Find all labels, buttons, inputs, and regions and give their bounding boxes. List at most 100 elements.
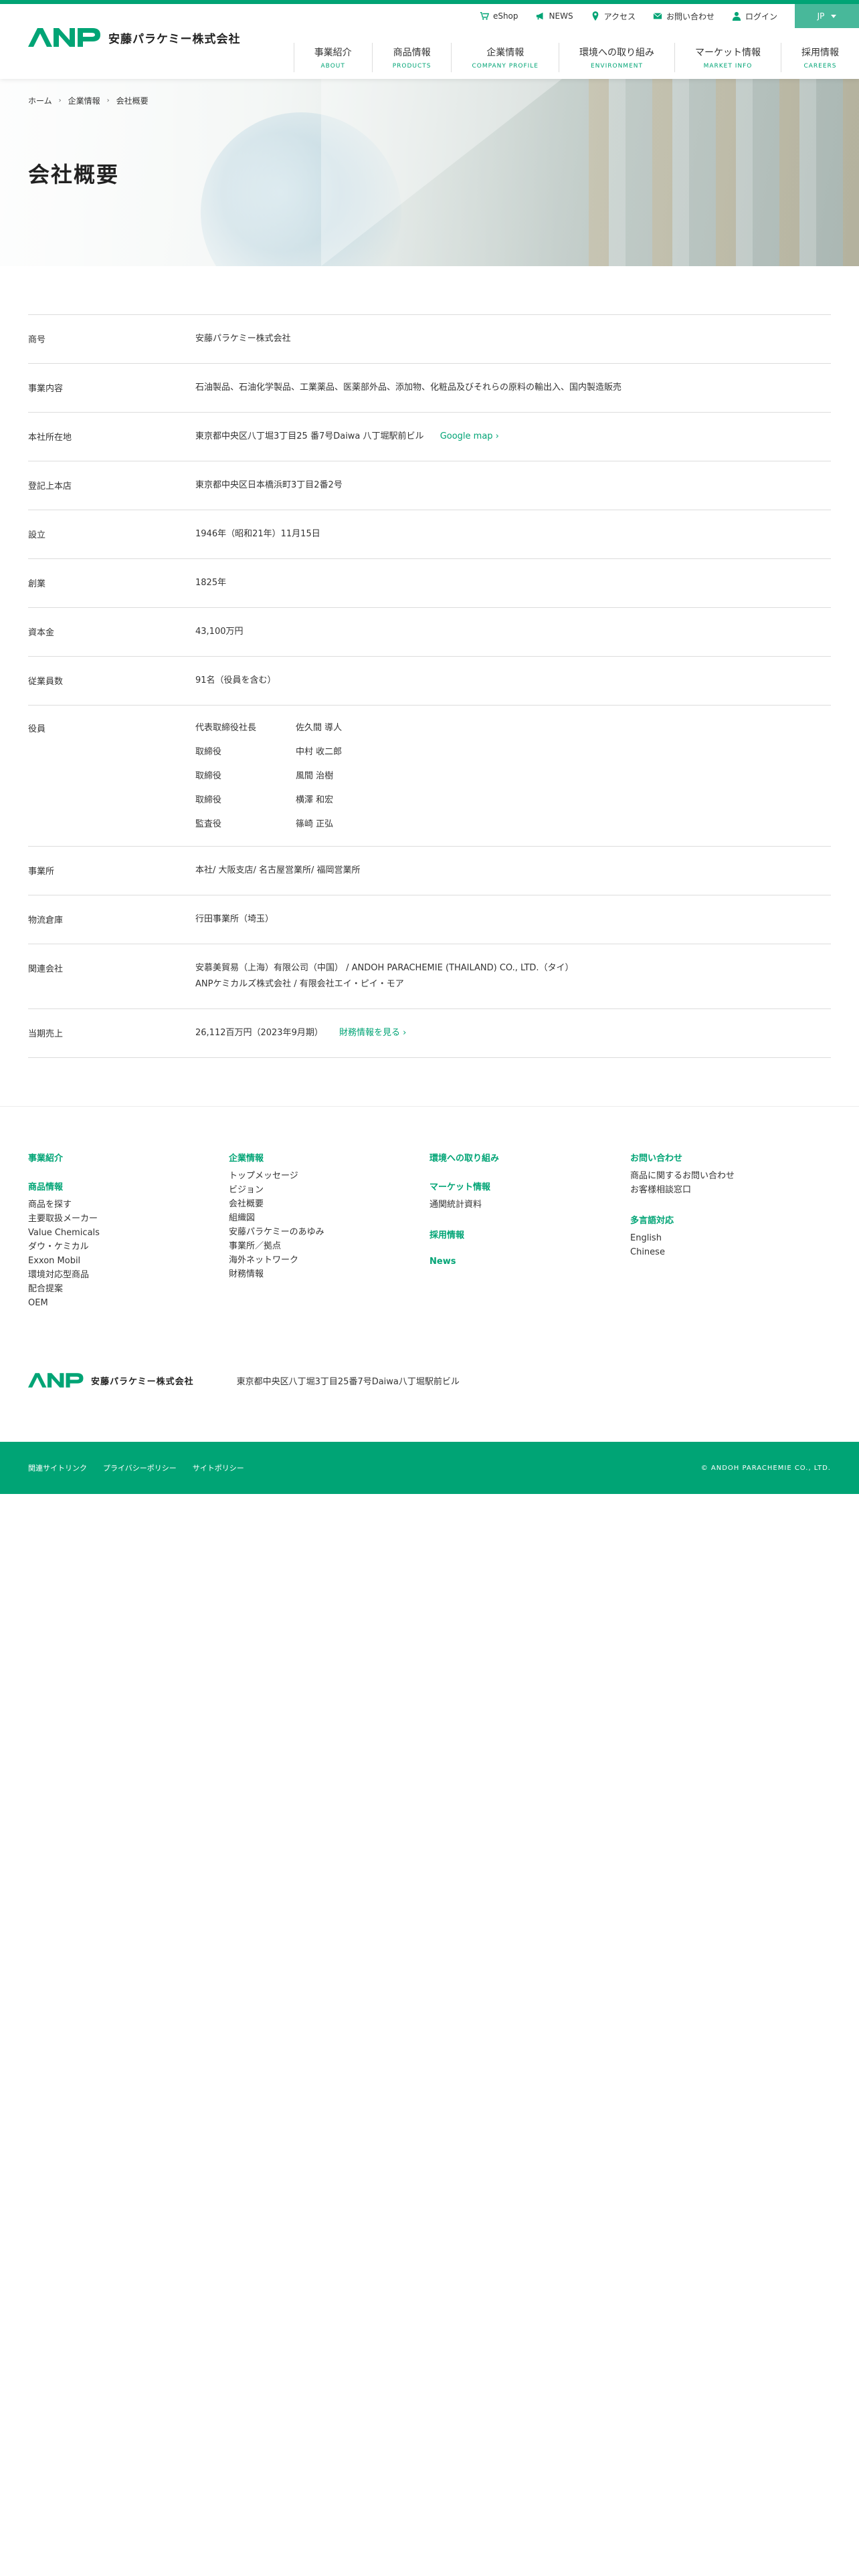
footer-link[interactable]: 主要取扱メーカー [28, 1212, 229, 1226]
footer-link[interactable]: 会社概要 [229, 1197, 430, 1211]
footer-head-environment[interactable]: 環境への取り組み [430, 1151, 630, 1164]
table-row: 設立 1946年（昭和21年）11月15日 [28, 510, 831, 559]
table-row: 資本金 43,100万円 [28, 608, 831, 657]
footer-link[interactable]: ビジョン [229, 1183, 430, 1197]
access-link[interactable]: アクセス [591, 11, 636, 22]
table-row: 創業 1825年 [28, 559, 831, 608]
footer-col-contact: お問い合わせ 商品に関するお問い合わせ お客様相談窓口 多言語対応 Englis… [630, 1151, 831, 1310]
related-sites-link[interactable]: 関連サイトリンク [28, 1463, 87, 1473]
breadcrumb-company[interactable]: 企業情報 [68, 95, 100, 106]
nav-label: 環境への取り組み [579, 47, 654, 58]
row-value: 安慕美貿易（上海）有限公司（中国） / ANDOH PARACHEMIE (TH… [195, 960, 831, 992]
footer-head-products[interactable]: 商品情報 [28, 1180, 229, 1192]
chevron-right-icon: › [58, 97, 62, 104]
row-label: 当期売上 [28, 1029, 64, 1039]
eshop-link[interactable]: eShop [480, 11, 518, 21]
row-value: 1946年（昭和21年）11月15日 [195, 529, 320, 539]
footer-sitemap: 事業紹介 商品情報 商品を探す 主要取扱メーカー Value Chemicals… [0, 1106, 859, 1442]
officer-title: 代表取締役社長 [195, 723, 257, 733]
contact-label: お問い合わせ [666, 11, 714, 21]
nav-careers[interactable]: 採用情報 CAREERS [781, 43, 859, 72]
copyright: © ANDOH PARACHEMIE CO., LTD. [700, 1464, 831, 1472]
footer-head-about[interactable]: 事業紹介 [28, 1151, 229, 1164]
news-link[interactable]: NEWS [536, 11, 573, 21]
global-nav: 事業紹介 ABOUT 商品情報 PRODUCTS 企業情報 COMPANY PR… [293, 43, 859, 72]
footer-logo[interactable]: 安藤パラケミー株式会社 [28, 1372, 194, 1389]
footer-link[interactable]: 海外ネットワーク [229, 1253, 430, 1267]
footer-head-contact[interactable]: お問い合わせ [630, 1151, 831, 1164]
news-label: NEWS [549, 11, 573, 21]
breadcrumb-current: 会社概要 [116, 96, 149, 106]
table-row: 事業内容 石油製品、石油化学製品、工業薬品、医薬部外品、添加物、化粧品及びそれら… [28, 364, 831, 413]
footer-link[interactable]: トップメッセージ [229, 1169, 430, 1183]
officer-entry: 取締役 中村 收二郎 [195, 740, 831, 764]
nav-company-profile[interactable]: 企業情報 COMPANY PROFILE [451, 43, 559, 72]
nav-market-info[interactable]: マーケット情報 MARKET INFO [674, 43, 781, 72]
footer-head-market[interactable]: マーケット情報 [430, 1180, 630, 1192]
table-row: 関連会社 安慕美貿易（上海）有限公司（中国） / ANDOH PARACHEMI… [28, 944, 831, 1009]
table-row: 登記上本店 東京都中央区日本橋浜町3丁目2番2号 [28, 461, 831, 510]
footer-link[interactable]: 環境対応型商品 [28, 1268, 229, 1282]
footer-head-news[interactable]: News [430, 1257, 630, 1267]
footer-link[interactable]: お客様相談窓口 [630, 1183, 831, 1197]
footer-company-name: 安藤パラケミー株式会社 [91, 1376, 194, 1387]
row-label: 物流倉庫 [28, 916, 64, 926]
footer-link[interactable]: Value Chemicals [28, 1226, 229, 1240]
footer-link[interactable]: ダウ・ケミカル [28, 1240, 229, 1254]
footer-link[interactable]: Chinese [630, 1245, 831, 1259]
footer-head-company[interactable]: 企業情報 [229, 1151, 430, 1164]
row-value: 本社/ 大阪支店/ 名古屋営業所/ 福岡営業所 [195, 865, 361, 875]
table-row: 役員 代表取締役社長 佐久間 導人 取締役 中村 收二郎 取締役 風間 治樹 取… [28, 706, 831, 847]
row-value: 43,100万円 [195, 627, 244, 637]
language-selected: JP [817, 11, 825, 21]
footer-link[interactable]: 商品に関するお問い合わせ [630, 1169, 831, 1183]
footer-link[interactable]: 配合提案 [28, 1282, 229, 1296]
company-name: 安藤パラケミー株式会社 [108, 32, 241, 46]
page-title: 会社概要 [28, 162, 120, 187]
google-map-link[interactable]: Google map [440, 431, 499, 441]
officer-entry: 取締役 風間 治樹 [195, 764, 831, 788]
footer-link[interactable]: 商品を探す [28, 1198, 229, 1212]
privacy-policy-link[interactable]: プライバシーポリシー [103, 1463, 177, 1473]
nav-products[interactable]: 商品情報 PRODUCTS [371, 43, 452, 72]
access-label: アクセス [603, 11, 636, 21]
footer-link[interactable]: 通関統計資料 [430, 1198, 630, 1212]
login-link[interactable]: ログイン [732, 11, 777, 22]
officer-entry: 取締役 横澤 和宏 [195, 788, 831, 813]
footer-link[interactable]: 事業所／拠点 [229, 1239, 430, 1253]
nav-environment[interactable]: 環境への取り組み ENVIRONMENT [559, 43, 674, 72]
row-value: 石油製品、石油化学製品、工業薬品、医薬部外品、添加物、化粧品及びそれらの原料の輸… [195, 383, 622, 393]
row-value: 26,112百万円（2023年9月期） 財務情報を見る [195, 1025, 831, 1041]
site-policy-link[interactable]: サイトポリシー [193, 1463, 244, 1473]
nav-about[interactable]: 事業紹介 ABOUT [293, 43, 372, 72]
row-value: 1825年 [195, 578, 227, 588]
footer-link[interactable]: OEM [28, 1296, 229, 1310]
nav-label: 採用情報 [801, 47, 839, 58]
footer-head-careers[interactable]: 採用情報 [430, 1228, 630, 1241]
row-label: 商号 [28, 335, 46, 345]
officer-title: 監査役 [195, 819, 222, 829]
contact-link[interactable]: お問い合わせ [653, 11, 714, 22]
site-logo[interactable]: 安藤パラケミー株式会社 [28, 27, 241, 48]
financial-info-link[interactable]: 財務情報を見る [339, 1028, 406, 1038]
footer-col-business: 事業紹介 商品情報 商品を探す 主要取扱メーカー Value Chemicals… [28, 1151, 229, 1310]
officer-name: 風間 治樹 [296, 771, 334, 781]
nav-sublabel: CAREERS [803, 63, 837, 70]
breadcrumb-home[interactable]: ホーム [28, 95, 52, 106]
footer-link[interactable]: Exxon Mobil [28, 1254, 229, 1268]
nav-label: 事業紹介 [314, 47, 352, 58]
mail-icon [653, 13, 662, 19]
nav-label: 商品情報 [393, 47, 431, 58]
officer-name: 篠崎 正弘 [296, 819, 334, 829]
row-label: 設立 [28, 530, 46, 540]
footer-bar: 関連サイトリンク プライバシーポリシー サイトポリシー © ANDOH PARA… [0, 1442, 859, 1494]
footer-link[interactable]: 安藤パラケミーのあゆみ [229, 1225, 430, 1239]
user-icon [732, 11, 741, 21]
language-selector[interactable]: JP [795, 4, 859, 28]
footer-link[interactable]: English [630, 1231, 831, 1245]
footer-link[interactable]: 組織図 [229, 1211, 430, 1225]
footer-link[interactable]: 財務情報 [229, 1267, 430, 1281]
table-row: 事業所 本社/ 大阪支店/ 名古屋営業所/ 福岡営業所 [28, 847, 831, 895]
table-row: 物流倉庫 行田事業所（埼玉） [28, 895, 831, 944]
officer-name: 横澤 和宏 [296, 795, 334, 805]
